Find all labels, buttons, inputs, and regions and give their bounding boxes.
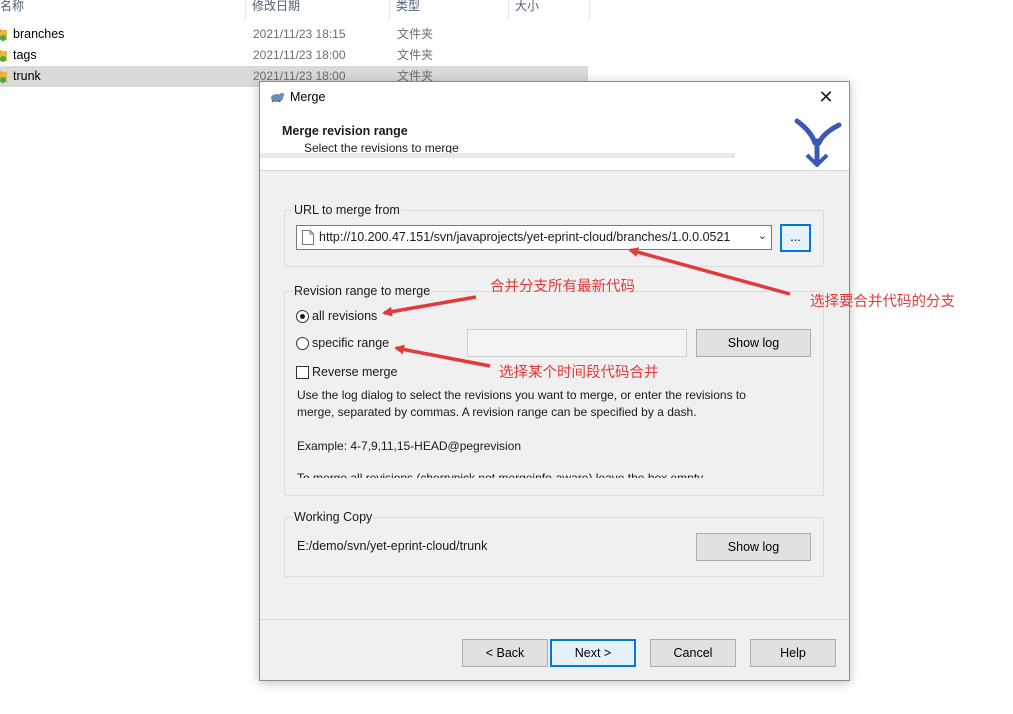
- annotation-merge-all: 合并分支所有最新代码: [490, 279, 635, 295]
- annotation-select-period: 选择某个时间段代码合并: [499, 365, 659, 381]
- arrow-to-url: [628, 247, 791, 296]
- arrow-to-specific-range: [394, 344, 491, 368]
- arrow-to-all-revisions: [382, 295, 477, 317]
- annotation-select-branch: 选择要合并代码的分支: [810, 294, 955, 310]
- annotation-arrows: [382, 247, 791, 368]
